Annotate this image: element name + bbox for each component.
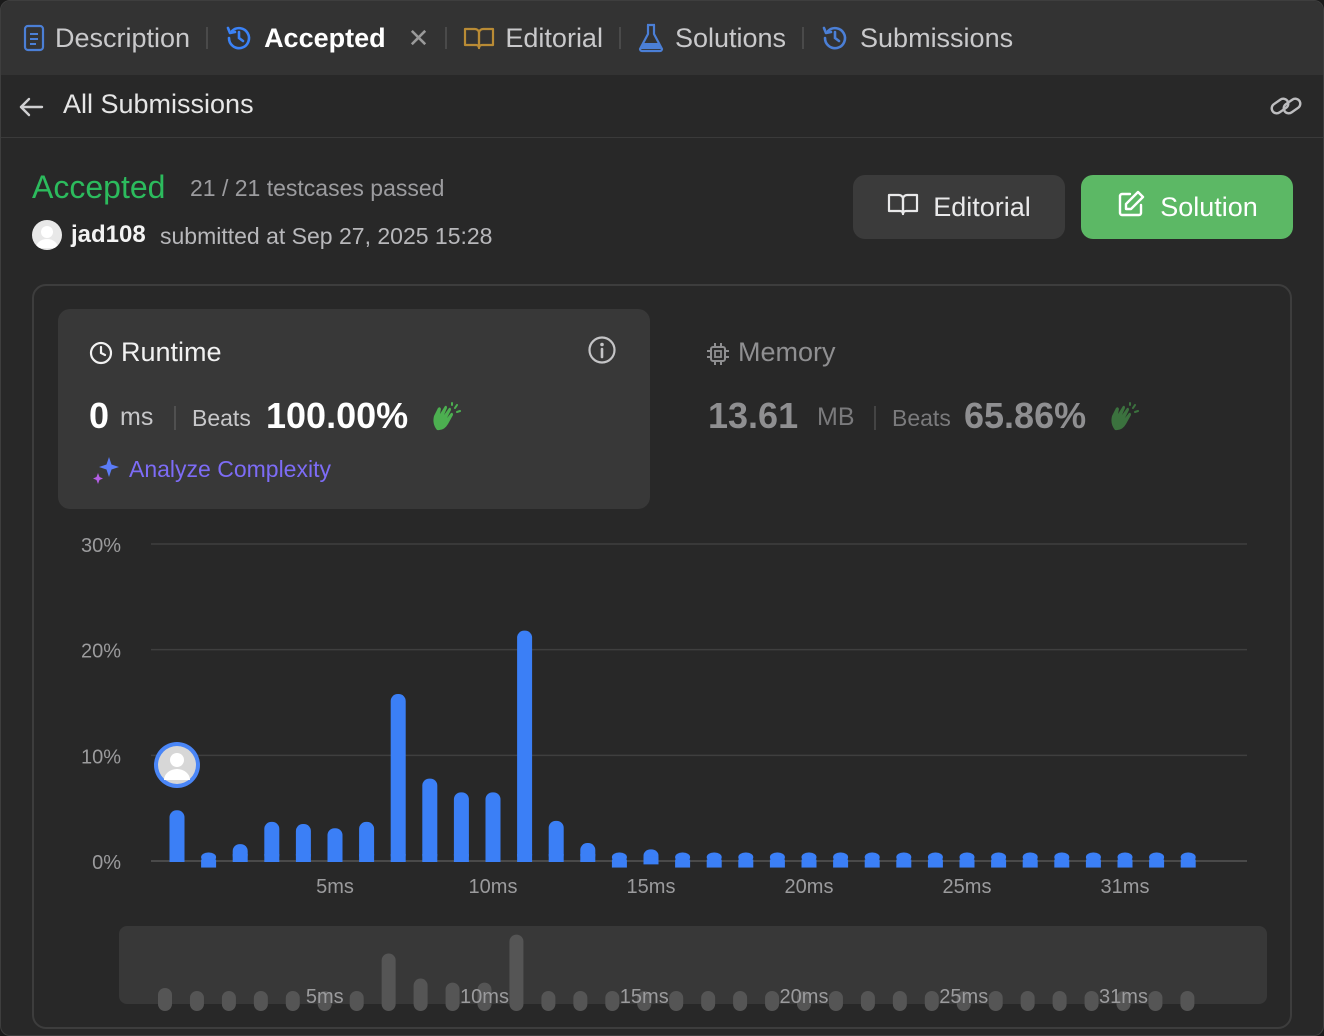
navigator-bar [509, 934, 524, 1011]
navigator-tick-label: 20ms [780, 986, 829, 1008]
submission-panel: Description Accepted ✕ Editorial Solutio… [0, 0, 1324, 1036]
navigator-bar [892, 991, 907, 1011]
navigator-bar [1020, 991, 1035, 1011]
navigator-bar [349, 991, 364, 1011]
navigator-bar [1180, 991, 1195, 1011]
navigator-bar [605, 991, 620, 1011]
navigator-bar [860, 991, 875, 1011]
navigator-bar [189, 991, 204, 1011]
navigator-bar [221, 991, 236, 1011]
navigator-tick-label: 31ms [1099, 986, 1148, 1008]
navigator-tick-label: 5ms [306, 986, 344, 1008]
navigator-bar [285, 991, 300, 1011]
navigator-bar [381, 953, 396, 1011]
navigator-bar [733, 991, 748, 1011]
navigator-bar [445, 982, 460, 1011]
navigator-bar [828, 991, 843, 1011]
navigator-tick-label: 25ms [939, 986, 988, 1008]
navigator-bar [158, 987, 172, 1011]
navigator-bar [924, 991, 939, 1011]
navigator-bar [1052, 991, 1067, 1011]
navigator-bar [701, 991, 716, 1011]
navigator-bar [765, 991, 780, 1011]
navigator-bar [541, 991, 556, 1011]
navigator-bar [1084, 991, 1099, 1011]
navigator-bar [413, 978, 428, 1011]
navigator-bar [1148, 991, 1163, 1011]
navigator-bar [988, 991, 1003, 1011]
navigator-bar [573, 991, 588, 1011]
navigator-chart[interactable]: 5ms 10ms 15ms 20ms 25ms 31ms [1, 1, 1324, 1036]
navigator-tick-label: 15ms [620, 986, 669, 1008]
navigator-bar [669, 991, 684, 1011]
navigator-bar [253, 991, 268, 1011]
navigator-tick-label: 10ms [460, 986, 509, 1008]
